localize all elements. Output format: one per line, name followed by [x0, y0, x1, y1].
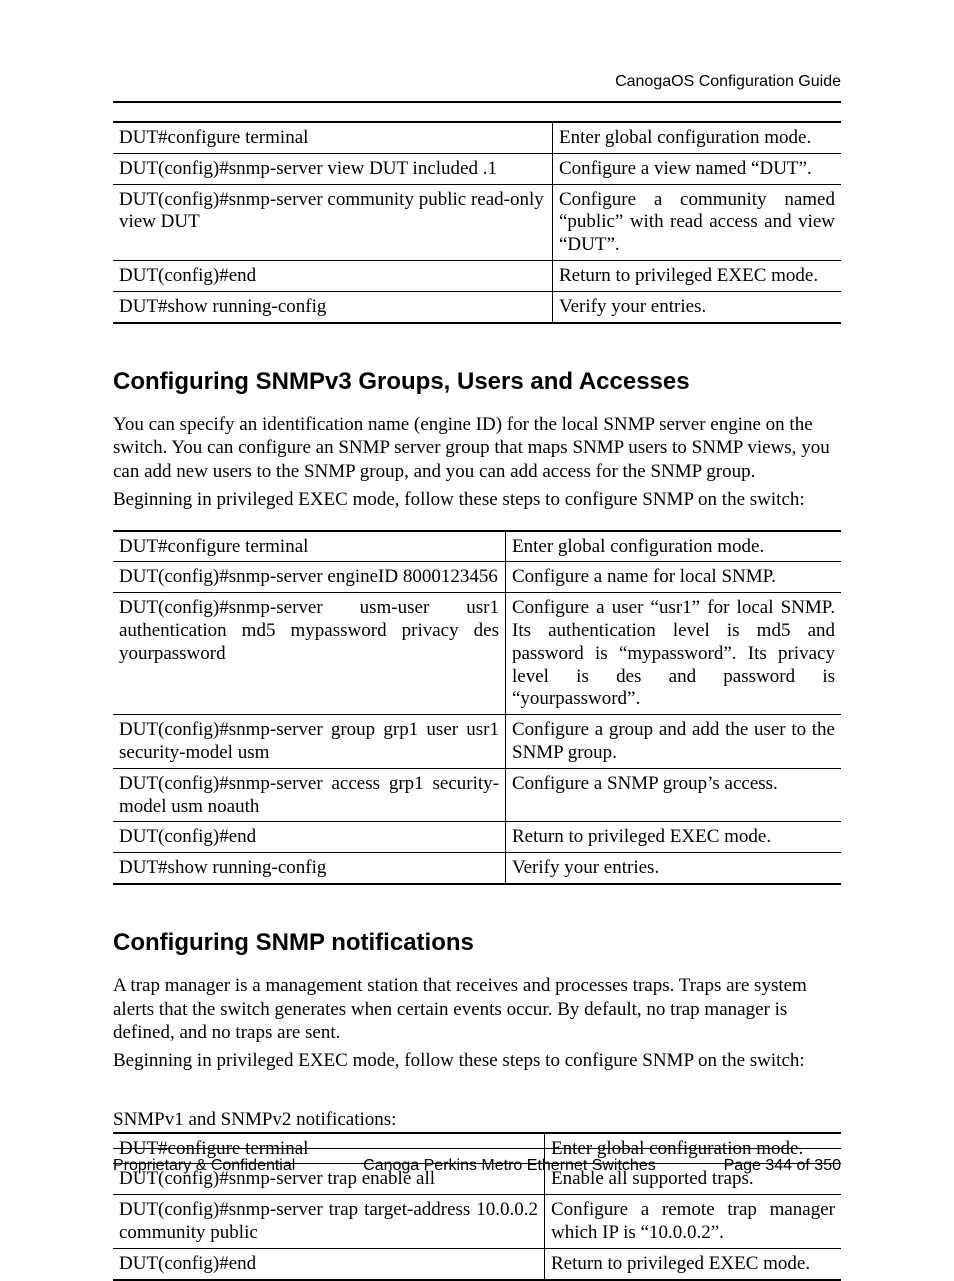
command-table-2: DUT#configure terminalEnter global confi…	[113, 530, 841, 885]
desc-cell: Configure a view named “DUT”.	[553, 153, 842, 184]
desc-cell: Return to privileged EXEC mode.	[553, 260, 842, 291]
desc-cell: Return to privileged EXEC mode.	[545, 1248, 842, 1279]
footer-left: Proprietary & Confidential	[113, 1157, 295, 1175]
table-row: DUT(config)#snmp-server trap target-addr…	[113, 1195, 841, 1249]
table-row: DUT#show running-configVerify your entri…	[113, 291, 841, 322]
page-content: CanogaOS Configuration Guide DUT#configu…	[113, 0, 841, 1281]
table-row: DUT(config)#snmp-server community public…	[113, 184, 841, 260]
body-text: Beginning in privileged EXEC mode, follo…	[113, 1049, 841, 1073]
table-row: DUT(config)#snmp-server view DUT include…	[113, 153, 841, 184]
desc-cell: Enter global configuration mode.	[506, 531, 842, 562]
table-row: DUT(config)#endReturn to privileged EXEC…	[113, 1248, 841, 1279]
footer-center: Canoga Perkins Metro Ethernet Switches	[363, 1157, 656, 1175]
doc-header: CanogaOS Configuration Guide	[113, 73, 841, 91]
cmd-cell: DUT(config)#end	[113, 822, 506, 853]
table-row: DUT#configure terminalEnter global confi…	[113, 122, 841, 153]
cmd-cell: DUT(config)#end	[113, 1248, 545, 1279]
footer-right: Page 344 of 350	[724, 1157, 841, 1175]
page-footer: Proprietary & Confidential Canoga Perkin…	[113, 1148, 841, 1175]
table-row: DUT(config)#snmp-server group grp1 user …	[113, 715, 841, 769]
cmd-cell: DUT(config)#snmp-server usm-user usr1 au…	[113, 593, 506, 715]
cmd-cell: DUT(config)#snmp-server group grp1 user …	[113, 715, 506, 769]
cmd-cell: DUT(config)#snmp-server access grp1 secu…	[113, 768, 506, 822]
table-row: DUT#configure terminalEnter global confi…	[113, 531, 841, 562]
desc-cell: Enter global configuration mode.	[553, 122, 842, 153]
cmd-cell: DUT#configure terminal	[113, 531, 506, 562]
footer-rule	[113, 1148, 841, 1149]
table-row: DUT(config)#snmp-server access grp1 secu…	[113, 768, 841, 822]
desc-cell: Configure a name for local SNMP.	[506, 562, 842, 593]
cmd-cell: DUT(config)#snmp-server engineID 8000123…	[113, 562, 506, 593]
table-row: DUT(config)#snmp-server usm-user usr1 au…	[113, 593, 841, 715]
desc-cell: Configure a group and add the user to th…	[506, 715, 842, 769]
cmd-cell: DUT(config)#end	[113, 260, 553, 291]
desc-cell: Configure a remote trap manager which IP…	[545, 1195, 842, 1249]
body-text: A trap manager is a management station t…	[113, 974, 841, 1045]
desc-cell: Verify your entries.	[506, 853, 842, 884]
body-text: Beginning in privileged EXEC mode, follo…	[113, 488, 841, 512]
section-heading: Configuring SNMP notifications	[113, 929, 841, 957]
table-row: DUT#show running-configVerify your entri…	[113, 853, 841, 884]
cmd-cell: DUT(config)#snmp-server view DUT include…	[113, 153, 553, 184]
section-heading: Configuring SNMPv3 Groups, Users and Acc…	[113, 368, 841, 396]
table-row: DUT(config)#endReturn to privileged EXEC…	[113, 822, 841, 853]
desc-cell: Configure a user “usr1” for local SNMP. …	[506, 593, 842, 715]
table-caption: SNMPv1 and SNMPv2 notifications:	[113, 1108, 841, 1132]
cmd-cell: DUT(config)#snmp-server community public…	[113, 184, 553, 260]
cmd-cell: DUT(config)#snmp-server trap target-addr…	[113, 1195, 545, 1249]
cmd-cell: DUT#show running-config	[113, 291, 553, 322]
cmd-cell: DUT#show running-config	[113, 853, 506, 884]
desc-cell: Verify your entries.	[553, 291, 842, 322]
desc-cell: Return to privileged EXEC mode.	[506, 822, 842, 853]
body-text: You can specify an identification name (…	[113, 413, 841, 484]
cmd-cell: DUT#configure terminal	[113, 122, 553, 153]
table-row: DUT(config)#endReturn to privileged EXEC…	[113, 260, 841, 291]
desc-cell: Configure a SNMP group’s access.	[506, 768, 842, 822]
desc-cell: Configure a community named “public” wit…	[553, 184, 842, 260]
command-table-1: DUT#configure terminalEnter global confi…	[113, 121, 841, 324]
table-row: DUT(config)#snmp-server engineID 8000123…	[113, 562, 841, 593]
